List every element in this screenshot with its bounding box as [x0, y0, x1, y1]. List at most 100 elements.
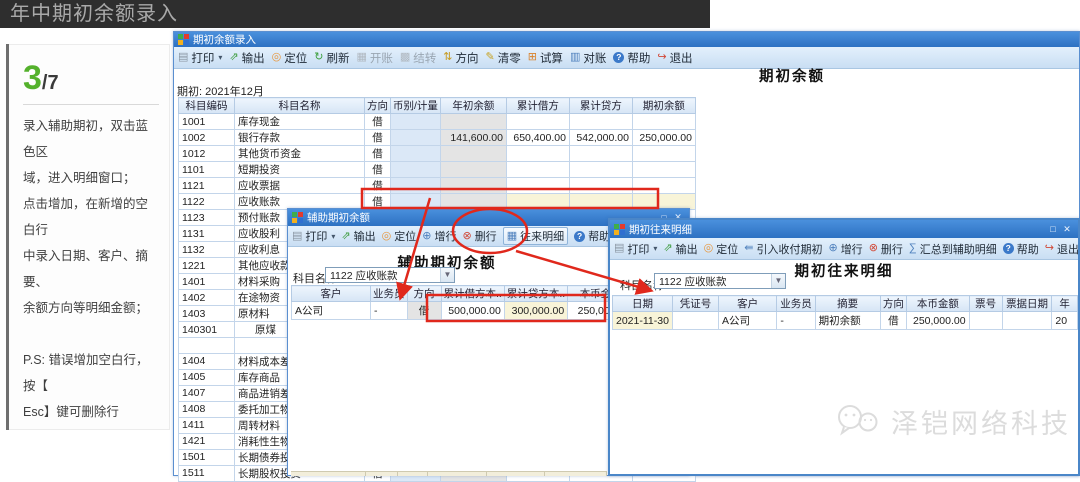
- subject-select[interactable]: 1122 应收账款 ▼: [654, 273, 786, 289]
- printer-button[interactable]: ▤ 打印 ▾: [178, 50, 222, 66]
- cell[interactable]: [439, 177, 507, 194]
- cell[interactable]: [631, 113, 696, 130]
- cell[interactable]: 1411: [178, 416, 235, 434]
- cell[interactable]: [390, 129, 441, 146]
- cell[interactable]: [390, 113, 441, 130]
- cell[interactable]: 1101: [178, 161, 235, 178]
- cell[interactable]: 1501: [178, 448, 235, 466]
- cell[interactable]: 借: [364, 161, 391, 178]
- cell[interactable]: 借: [879, 311, 908, 330]
- cell[interactable]: 1403: [178, 305, 235, 322]
- help-button[interactable]: ? 帮助: [574, 228, 610, 244]
- trial-button[interactable]: ⊞ 试算: [528, 50, 563, 66]
- add-row-button[interactable]: ⊕ 增行: [422, 228, 456, 244]
- export-button[interactable]: ⇗ 输出: [229, 50, 264, 66]
- cell[interactable]: 1511: [178, 464, 235, 482]
- cell[interactable]: 20: [1051, 311, 1078, 330]
- cell[interactable]: [671, 311, 720, 330]
- chevron-down-icon[interactable]: ▼: [440, 268, 454, 282]
- cell[interactable]: [390, 161, 441, 178]
- cell[interactable]: [631, 145, 696, 162]
- account-row[interactable]: 1012 其他货币资金借: [178, 145, 696, 162]
- cell[interactable]: 银行存款: [234, 129, 365, 146]
- locate-button[interactable]: ◎ 定位: [704, 241, 739, 257]
- cell[interactable]: [1001, 311, 1053, 330]
- maximize-button[interactable]: □: [1046, 224, 1060, 234]
- help-button[interactable]: ? 帮助: [1002, 241, 1039, 257]
- main-window-titlebar[interactable]: 期初余额录入: [174, 32, 1079, 47]
- cell[interactable]: [568, 145, 633, 162]
- export-button[interactable]: ⇗ 输出: [663, 241, 697, 257]
- dropdown-caret-icon[interactable]: ▾: [331, 232, 335, 241]
- locate-button[interactable]: ◎ 定位: [382, 228, 417, 244]
- cell[interactable]: 500,000.00: [440, 301, 505, 320]
- chevron-down-icon[interactable]: ▼: [771, 274, 785, 288]
- cell[interactable]: 1407: [178, 384, 235, 402]
- cell[interactable]: 库存现金: [234, 113, 365, 130]
- cell[interactable]: 141,600.00: [439, 129, 507, 146]
- printer-button[interactable]: ▤ 打印 ▾: [614, 241, 657, 257]
- export-button[interactable]: ⇗ 输出: [341, 228, 375, 244]
- cell[interactable]: 2021-11-30: [612, 311, 673, 330]
- cell[interactable]: 期初余额: [814, 311, 881, 330]
- cell[interactable]: [390, 145, 441, 162]
- import-button[interactable]: ⇚ 引入收付期初: [744, 241, 822, 257]
- account-row[interactable]: 1101 短期投资借: [178, 161, 696, 178]
- cell[interactable]: [505, 161, 570, 178]
- cell[interactable]: 1123: [178, 209, 235, 226]
- account-row[interactable]: 1121 应收票据借: [178, 177, 696, 194]
- cell[interactable]: 借: [364, 129, 391, 146]
- check-button[interactable]: ▥ 对账: [570, 50, 606, 66]
- cell[interactable]: 250,000.00: [906, 311, 970, 330]
- dropdown-caret-icon[interactable]: ▾: [653, 244, 657, 253]
- cell[interactable]: 1001: [178, 113, 235, 130]
- help-button[interactable]: ? 帮助: [613, 50, 650, 66]
- cell[interactable]: 借: [364, 145, 391, 162]
- delete-row-button[interactable]: ⊗ 删行: [462, 228, 496, 244]
- cell[interactable]: 借: [364, 177, 391, 194]
- cell[interactable]: [439, 113, 507, 130]
- cell[interactable]: 140301: [178, 321, 235, 338]
- exit-button[interactable]: ↪退出: [657, 50, 692, 66]
- cell[interactable]: 1402: [178, 289, 235, 306]
- cell[interactable]: 250,000.00: [631, 129, 696, 146]
- locate-button[interactable]: ◎ 定位: [272, 50, 308, 66]
- cell[interactable]: 借: [364, 113, 391, 130]
- cell[interactable]: [568, 177, 633, 194]
- cell[interactable]: 1121: [178, 177, 235, 194]
- account-row[interactable]: 1002 银行存款借 141,600.00 650,400.00 542,000.00 2…: [178, 129, 696, 146]
- cell[interactable]: [631, 161, 696, 178]
- cell[interactable]: 1002: [178, 129, 235, 146]
- cell[interactable]: 1132: [178, 241, 235, 258]
- cell[interactable]: A公司: [291, 301, 371, 320]
- detail-button[interactable]: ▦ 往来明细: [502, 227, 569, 245]
- cell[interactable]: 1012: [178, 145, 235, 162]
- cell[interactable]: [631, 177, 696, 194]
- delete-row-button[interactable]: ⊗ 删行: [869, 241, 903, 257]
- cell[interactable]: 应收票据: [234, 177, 365, 194]
- cell[interactable]: 650,400.00: [505, 129, 570, 146]
- detail-window-titlebar[interactable]: 期初往来明细 □ ✕: [610, 220, 1078, 238]
- cell[interactable]: [505, 177, 570, 194]
- summary-button[interactable]: ∑ 汇总到辅助明细: [909, 241, 997, 257]
- cell[interactable]: 1131: [178, 225, 235, 242]
- cell[interactable]: 1405: [178, 368, 235, 386]
- cell[interactable]: 其他货币资金: [234, 145, 365, 162]
- cell[interactable]: [390, 177, 441, 194]
- cell[interactable]: A公司: [718, 311, 778, 330]
- cell[interactable]: 300,000.00: [503, 301, 569, 320]
- cell[interactable]: 1404: [178, 352, 235, 370]
- clear-button[interactable]: ✎ 清零: [486, 50, 521, 66]
- cell[interactable]: 1408: [178, 400, 235, 418]
- cell[interactable]: -: [370, 301, 408, 320]
- cell[interactable]: 1221: [178, 257, 235, 274]
- cell[interactable]: 短期投资: [234, 161, 365, 178]
- cell[interactable]: [439, 161, 507, 178]
- cell[interactable]: 1401: [178, 273, 235, 290]
- close-button[interactable]: ✕: [1060, 224, 1074, 235]
- detail-row[interactable]: 2021-11-30 A公司 - 期初余额借 250,000.00 20: [612, 311, 1078, 330]
- cell[interactable]: [968, 311, 1003, 330]
- cell[interactable]: [505, 145, 570, 162]
- cell[interactable]: [568, 113, 633, 130]
- cell[interactable]: [568, 161, 633, 178]
